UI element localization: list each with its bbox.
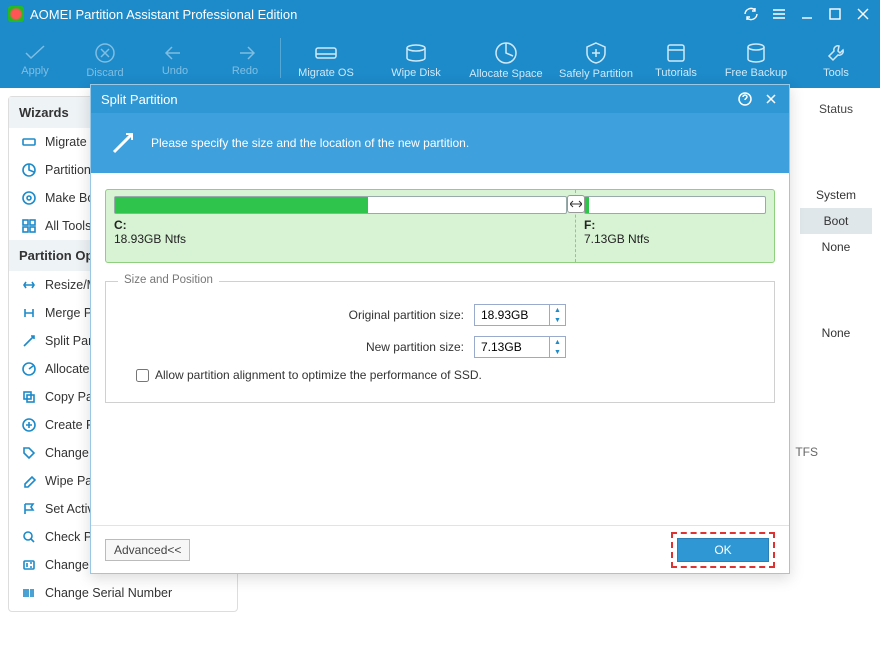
- redo-button[interactable]: Redo: [210, 40, 280, 77]
- tutorials-button[interactable]: Tutorials: [641, 38, 711, 79]
- main-toolbar: Apply Discard Undo Redo Migrate OS Wipe …: [0, 28, 880, 88]
- resize-icon: [21, 277, 37, 293]
- titlebar: AOMEI Partition Assistant Professional E…: [0, 0, 880, 28]
- plus-icon: [21, 417, 37, 433]
- app-logo-icon: [8, 6, 24, 22]
- new-size-label: New partition size:: [314, 340, 464, 354]
- disc-icon: [21, 190, 37, 206]
- migrate-os-button[interactable]: Migrate OS: [281, 38, 371, 79]
- partition-c-size: 18.93GB Ntfs: [114, 232, 567, 246]
- original-size-input[interactable]: ▲▼: [474, 304, 566, 326]
- split-partition-dialog: Split Partition Please specify the size …: [90, 84, 790, 574]
- status-cell: Boot: [800, 208, 872, 234]
- ok-highlight: OK: [671, 532, 775, 568]
- app-title: AOMEI Partition Assistant Professional E…: [30, 7, 297, 22]
- partition-f-bar: [584, 196, 766, 214]
- partition-f-size: 7.13GB Ntfs: [584, 232, 766, 246]
- dialog-titlebar: Split Partition: [91, 85, 789, 113]
- spin-up-icon[interactable]: ▲: [550, 337, 565, 347]
- barcode-icon: [21, 585, 37, 601]
- partition-c-label: C:: [114, 218, 567, 232]
- ssd-alignment-label: Allow partition alignment to optimize th…: [155, 368, 482, 382]
- apply-button[interactable]: Apply: [0, 40, 70, 77]
- status-cell: None: [800, 320, 872, 346]
- ghost-text: TFS: [795, 445, 818, 459]
- close-icon[interactable]: [854, 5, 872, 23]
- partition-c-bar: [114, 196, 567, 214]
- undo-button[interactable]: Undo: [140, 40, 210, 77]
- dialog-title: Split Partition: [101, 92, 178, 107]
- status-cell: System: [800, 182, 872, 208]
- new-size-input[interactable]: ▲▼: [474, 336, 566, 358]
- ssd-alignment-checkbox[interactable]: [136, 369, 149, 382]
- discard-button[interactable]: Discard: [70, 38, 140, 79]
- partition-visual: C: 18.93GB Ntfs F: 7.13GB Ntfs: [105, 189, 775, 263]
- original-size-field[interactable]: [475, 306, 549, 324]
- dialog-footer: Advanced<< OK: [91, 525, 789, 573]
- banner-text: Please specify the size and the location…: [151, 136, 469, 150]
- op-serial[interactable]: Change Serial Number: [9, 579, 237, 607]
- partition-f: F: 7.13GB Ntfs: [576, 190, 774, 262]
- free-backup-button[interactable]: Free Backup: [711, 38, 801, 79]
- copy-icon: [21, 389, 37, 405]
- flag-icon: [21, 501, 37, 517]
- refresh-icon[interactable]: [742, 5, 760, 23]
- drive-icon: [21, 134, 37, 150]
- merge-icon: [21, 305, 37, 321]
- split-handle[interactable]: [567, 195, 585, 213]
- wipe-disk-button[interactable]: Wipe Disk: [371, 38, 461, 79]
- original-size-label: Original partition size:: [314, 308, 464, 322]
- spin-down-icon[interactable]: ▼: [550, 347, 565, 357]
- safely-partition-button[interactable]: Safely Partition: [551, 37, 641, 80]
- status-cell: None: [800, 234, 872, 260]
- allocate-icon: [21, 361, 37, 377]
- search-icon: [21, 529, 37, 545]
- ok-button[interactable]: OK: [677, 538, 769, 562]
- maximize-icon[interactable]: [826, 5, 844, 23]
- menu-icon[interactable]: [770, 5, 788, 23]
- split-icon: [21, 333, 37, 349]
- spin-down-icon[interactable]: ▼: [550, 315, 565, 325]
- partition-f-label: F:: [584, 218, 766, 232]
- tag-icon: [21, 445, 37, 461]
- dialog-banner: Please specify the size and the location…: [91, 113, 789, 173]
- tools-button[interactable]: Tools: [801, 38, 871, 79]
- minimize-icon[interactable]: [798, 5, 816, 23]
- advanced-button[interactable]: Advanced<<: [105, 539, 190, 561]
- pie-icon: [21, 162, 37, 178]
- allocate-space-button[interactable]: Allocate Space: [461, 37, 551, 80]
- fieldset-legend: Size and Position: [118, 274, 219, 286]
- grid-icon: [21, 218, 37, 234]
- id-icon: [21, 557, 37, 573]
- dialog-close-icon[interactable]: [763, 91, 779, 107]
- spin-up-icon[interactable]: ▲: [550, 305, 565, 315]
- status-header: Status: [800, 96, 872, 122]
- split-icon: [109, 129, 137, 157]
- status-column: Status System Boot None None: [800, 96, 872, 346]
- partition-c: C: 18.93GB Ntfs: [106, 190, 576, 262]
- help-icon[interactable]: [737, 91, 753, 107]
- eraser-icon: [21, 473, 37, 489]
- new-size-field[interactable]: [475, 338, 549, 356]
- size-position-group: Size and Position Original partition siz…: [105, 281, 775, 403]
